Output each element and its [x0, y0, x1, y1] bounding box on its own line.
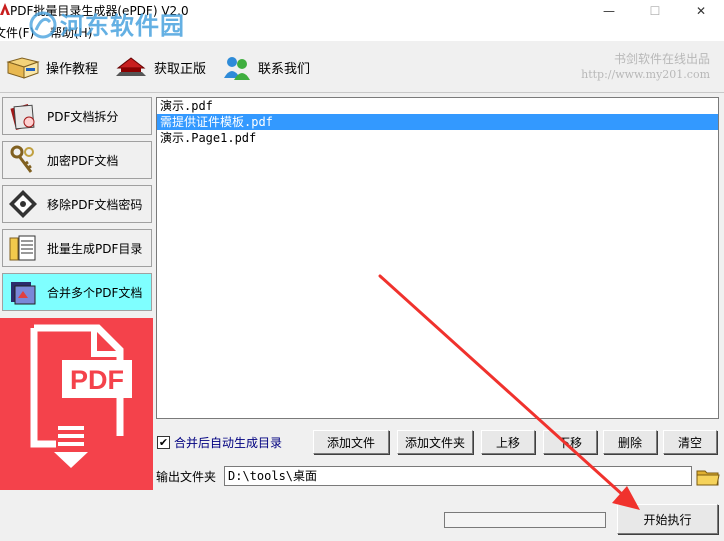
- progress-bar: [444, 512, 606, 528]
- app-icon: [0, 3, 10, 15]
- sidebar-item-catalog[interactable]: 批量生成PDF目录: [2, 229, 152, 267]
- contact-icon: [224, 57, 250, 80]
- menu-bar: 文件(F) 帮助(H): [0, 21, 724, 41]
- auto-catalog-label[interactable]: 合并后自动生成目录: [174, 434, 282, 451]
- file-list-item-selected[interactable]: 需提供证件模板.pdf: [157, 114, 718, 130]
- sidebar-item-encrypt[interactable]: 加密PDF文档: [2, 141, 152, 179]
- genuine-label: 获取正版: [154, 61, 207, 77]
- minimize-button[interactable]: —: [586, 0, 632, 21]
- toolbar: 操作教程 获取正版 联系我们 书剑软件在线出品 http://www.my201…: [0, 41, 724, 93]
- tutorial-icon: [6, 57, 40, 79]
- sidebar-item-remove-password[interactable]: 移除PDF文档密码: [2, 185, 152, 223]
- move-up-button[interactable]: 上移: [481, 430, 535, 454]
- tutorial-label: 操作教程: [46, 61, 99, 77]
- split-icon: [10, 104, 35, 130]
- add-folder-button[interactable]: 添加文件夹: [397, 430, 473, 454]
- file-list[interactable]: 演示.pdf 需提供证件模板.pdf 演示.Page1.pdf: [156, 97, 719, 419]
- genuine-button[interactable]: 获取正版: [114, 53, 206, 81]
- close-button[interactable]: ✕: [678, 0, 724, 21]
- pdf-banner: PDF: [0, 318, 153, 490]
- brand-url: http://www.my201.com: [581, 68, 710, 81]
- remove-password-icon: [9, 190, 37, 218]
- sidebar-item-label: PDF文档拆分: [47, 109, 119, 124]
- output-folder-input[interactable]: D:\tools\桌面: [224, 466, 692, 486]
- maximize-button[interactable]: ☐: [632, 0, 678, 21]
- auto-catalog-checkbox[interactable]: ✔: [157, 436, 170, 449]
- file-list-item[interactable]: 演示.Page1.pdf: [157, 130, 718, 146]
- check-mark-icon: ✔: [158, 436, 169, 449]
- sidebar-item-merge[interactable]: 合并多个PDF文档: [2, 273, 152, 311]
- output-folder-label: 输出文件夹: [156, 470, 217, 484]
- catalog-icon: [9, 235, 36, 261]
- minimize-icon: —: [603, 3, 615, 18]
- maximize-icon: ☐: [649, 3, 661, 18]
- add-file-button[interactable]: 添加文件: [313, 430, 389, 454]
- clear-button[interactable]: 清空: [663, 430, 717, 454]
- pdf-document-icon: PDF: [30, 324, 132, 468]
- start-button[interactable]: 开始执行: [617, 504, 718, 534]
- menu-help[interactable]: 帮助(H): [50, 24, 92, 41]
- contact-label: 联系我们: [258, 61, 311, 77]
- pdf-banner-text: PDF: [70, 365, 124, 395]
- sidebar-item-label: 合并多个PDF文档: [47, 285, 143, 300]
- menu-file[interactable]: 文件(F): [0, 24, 34, 41]
- keys-icon: [10, 145, 34, 173]
- browse-folder-icon[interactable]: [696, 465, 720, 487]
- move-down-button[interactable]: 下移: [543, 430, 597, 454]
- sidebar-item-label: 移除PDF文档密码: [47, 197, 143, 212]
- merge-icon: [11, 282, 36, 305]
- sidebar-item-label: 加密PDF文档: [47, 153, 119, 168]
- sidebar-item-split[interactable]: PDF文档拆分: [2, 97, 152, 135]
- window-title: PDF批量目录生成器(ePDF) V2.0: [10, 4, 189, 18]
- delete-button[interactable]: 删除: [603, 430, 657, 454]
- contact-button[interactable]: 联系我们: [222, 53, 310, 81]
- brand-info: 书剑软件在线出品 http://www.my201.com: [581, 51, 710, 83]
- sidebar-item-label: 批量生成PDF目录: [47, 241, 143, 256]
- close-icon: ✕: [695, 3, 707, 18]
- tutorial-button[interactable]: 操作教程: [6, 53, 98, 81]
- genuine-icon: [116, 57, 146, 76]
- brand-name: 书剑软件在线出品: [613, 52, 710, 66]
- title-bar: PDF批量目录生成器(ePDF) V2.0 — ☐ ✕: [0, 0, 724, 21]
- file-list-item[interactable]: 演示.pdf: [157, 98, 718, 114]
